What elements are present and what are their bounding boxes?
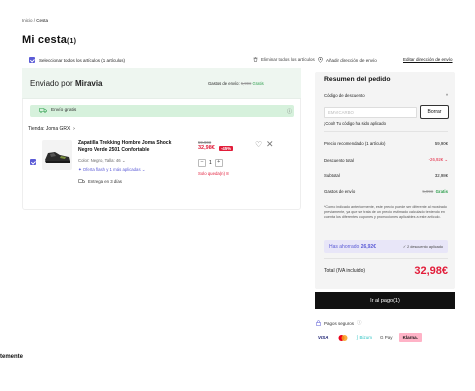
shoe-image — [45, 152, 70, 163]
product-name[interactable]: Zapatilla Trekking Hombre Joma Shock Neg… — [78, 140, 178, 154]
shipping-cost: Gastos de envío: 5,99€ Gratis — [208, 81, 264, 86]
page-title-text: Mi cesta — [22, 34, 68, 46]
product-variant-text: Color: Negro, Talla: 46 — [78, 158, 121, 163]
add-address[interactable]: Añadir dirección de envío — [318, 57, 377, 63]
bizum-logo: ⟆ Bizum — [356, 334, 373, 341]
delivery-estimate: Entrega en 3 días — [78, 179, 122, 184]
quantity-value[interactable]: 1 — [209, 160, 212, 166]
chevron-up-icon: ^ — [445, 93, 448, 98]
heart-icon[interactable]: ♡ — [255, 140, 262, 149]
breadcrumb-home[interactable]: Inicio — [22, 18, 33, 23]
secure-payments-label: Pagos seguros — [324, 320, 355, 326]
checkout-button[interactable]: Ir al pago(1) — [315, 292, 455, 309]
section-title-partial: temente — [0, 354, 24, 360]
info-icon[interactable]: ⓘ — [287, 108, 292, 115]
gpay-logo: G Pay — [380, 335, 393, 340]
shipping-cost-value: Gratis — [252, 81, 264, 86]
shipping-old: 5,99€ — [422, 189, 434, 194]
clear-code-button[interactable]: Borrar — [420, 105, 449, 119]
delivery-text: Entrega en 3 días — [88, 179, 122, 184]
bizum-label: Bizum — [359, 335, 373, 340]
discount-code-label: Código de descuento — [324, 93, 365, 98]
store-link[interactable]: Tienda: Joma GRX › — [28, 126, 75, 132]
shipping-cost-old: 5,99€ — [240, 81, 252, 86]
recommended-label: Precio recomendado (1 artículo) — [324, 141, 386, 146]
select-all-label: Seleccionar todos los artículos (1 artíc… — [39, 57, 126, 63]
klarna-logo: Klarna. — [398, 333, 422, 342]
shipping-label: Gastos de envío — [324, 189, 356, 194]
divider — [324, 131, 448, 132]
flash-offer[interactable]: ✦ Oferta flash y 1 más aplicadas ⌄ — [78, 167, 145, 173]
store-name: Tienda: Joma GRX — [28, 126, 71, 132]
visa-logo: VISA — [318, 335, 329, 340]
secure-payments: Pagos seguros ⓘ — [316, 320, 362, 326]
recommended-price-row: Precio recomendado (1 artículo) 59,90€ — [324, 141, 448, 146]
delivery-truck-icon — [78, 179, 85, 183]
stock-warning: Solo queda(n) 8 — [198, 171, 229, 176]
shipped-by-prefix: Enviado por — [30, 79, 73, 88]
select-all-row[interactable]: Seleccionar todos los artículos (1 artíc… — [29, 57, 125, 63]
total-row: Total (IVA incluido) 32,98€ — [324, 265, 448, 277]
location-pin-icon — [318, 57, 323, 63]
item-checkbox[interactable] — [30, 159, 36, 165]
shipped-by: Enviado por Miravia — [30, 79, 103, 88]
divider — [324, 258, 448, 259]
subtotal-value: 32,98€ — [434, 173, 448, 178]
discount-code-input[interactable]: EMVICARBO — [324, 107, 417, 118]
shipped-by-brand: Miravia — [74, 79, 103, 88]
saved-discounts: 2 descuento aplicado — [407, 245, 443, 249]
discount-label: Descuento total — [324, 157, 354, 163]
price-note: *Como indicado anteriormente, este preci… — [324, 205, 447, 219]
page-title: Mi cesta(1) — [22, 34, 76, 46]
chevron-down-icon: ⌄ — [443, 157, 448, 162]
close-icon[interactable]: ✕ — [266, 139, 274, 150]
saved-label: Has ahorrado — [329, 243, 360, 250]
current-price: 32,98€ — [198, 145, 215, 151]
info-icon[interactable]: ⓘ — [357, 320, 362, 326]
shipping-row: Gastos de envío 5,99€ Gratis — [324, 189, 448, 194]
free-shipping-text: Envío gratis — [51, 108, 77, 113]
delete-all-label: Eliminar todos los artículos — [261, 57, 315, 62]
decrease-quantity-button[interactable]: − — [198, 158, 206, 167]
add-address-label: Añadir dirección de envío — [326, 57, 377, 63]
discount-value: -26,92€ — [428, 157, 444, 162]
discount-badge: -45% — [219, 146, 234, 151]
chevron-down-icon: ⌄ — [121, 158, 126, 163]
total-value: 32,98€ — [414, 265, 448, 277]
quantity-stepper: − 1 + — [198, 158, 223, 167]
recommended-value: 59,90€ — [434, 141, 448, 146]
cart-page: Inicio / Cesta Mi cesta(1) Seleccionar t… — [0, 0, 475, 391]
discount-code-toggle[interactable]: Código de descuento ^ — [324, 93, 448, 98]
breadcrumb: Inicio / Cesta — [22, 18, 48, 23]
flash-offer-text: Oferta flash y 1 más aplicadas — [82, 167, 141, 172]
truck-icon — [39, 108, 47, 113]
total-label: Total (IVA incluido) — [324, 268, 366, 274]
subtotal-label: Subtotal — [324, 173, 340, 178]
savings-banner[interactable]: Has ahorrado 26,92€ ✓ 2 descuento aplica… — [324, 240, 448, 253]
cart-count: (1) — [67, 38, 77, 45]
chevron-down-icon: ⌄ — [140, 167, 146, 172]
trash-icon — [253, 57, 258, 62]
free-shipping-label: Envío gratis — [39, 108, 76, 113]
select-all-checkbox[interactable] — [29, 57, 35, 63]
saved-value: 26,92€ — [360, 243, 376, 250]
product-image[interactable] — [42, 140, 72, 170]
code-applied-message: ¡Cool! Tu código ha sido aplicado — [324, 121, 386, 126]
product-variant[interactable]: Color: Negro, Talla: 46 ⌄ — [78, 158, 126, 164]
shipping-value: Gratis — [435, 189, 448, 194]
lock-icon — [316, 320, 321, 326]
shipping-cost-label: Gastos de envío: — [208, 81, 240, 86]
subtotal-row: Subtotal 32,98€ — [324, 173, 448, 178]
increase-quantity-button[interactable]: + — [214, 158, 223, 167]
payment-methods: VISA ⟆ Bizum G Pay Klarna. — [316, 333, 422, 342]
chevron-right-icon: › — [71, 126, 75, 132]
edit-address-link[interactable]: Editar dirección de envío — [403, 57, 453, 62]
discount-row[interactable]: Descuento total -26,92€ ⌄ — [324, 157, 448, 163]
delete-all-button[interactable]: Eliminar todos los artículos — [253, 57, 315, 62]
summary-title: Resumen del pedido — [324, 76, 391, 83]
breadcrumb-current: Cesta — [36, 18, 49, 23]
mastercard-logo — [335, 333, 351, 342]
